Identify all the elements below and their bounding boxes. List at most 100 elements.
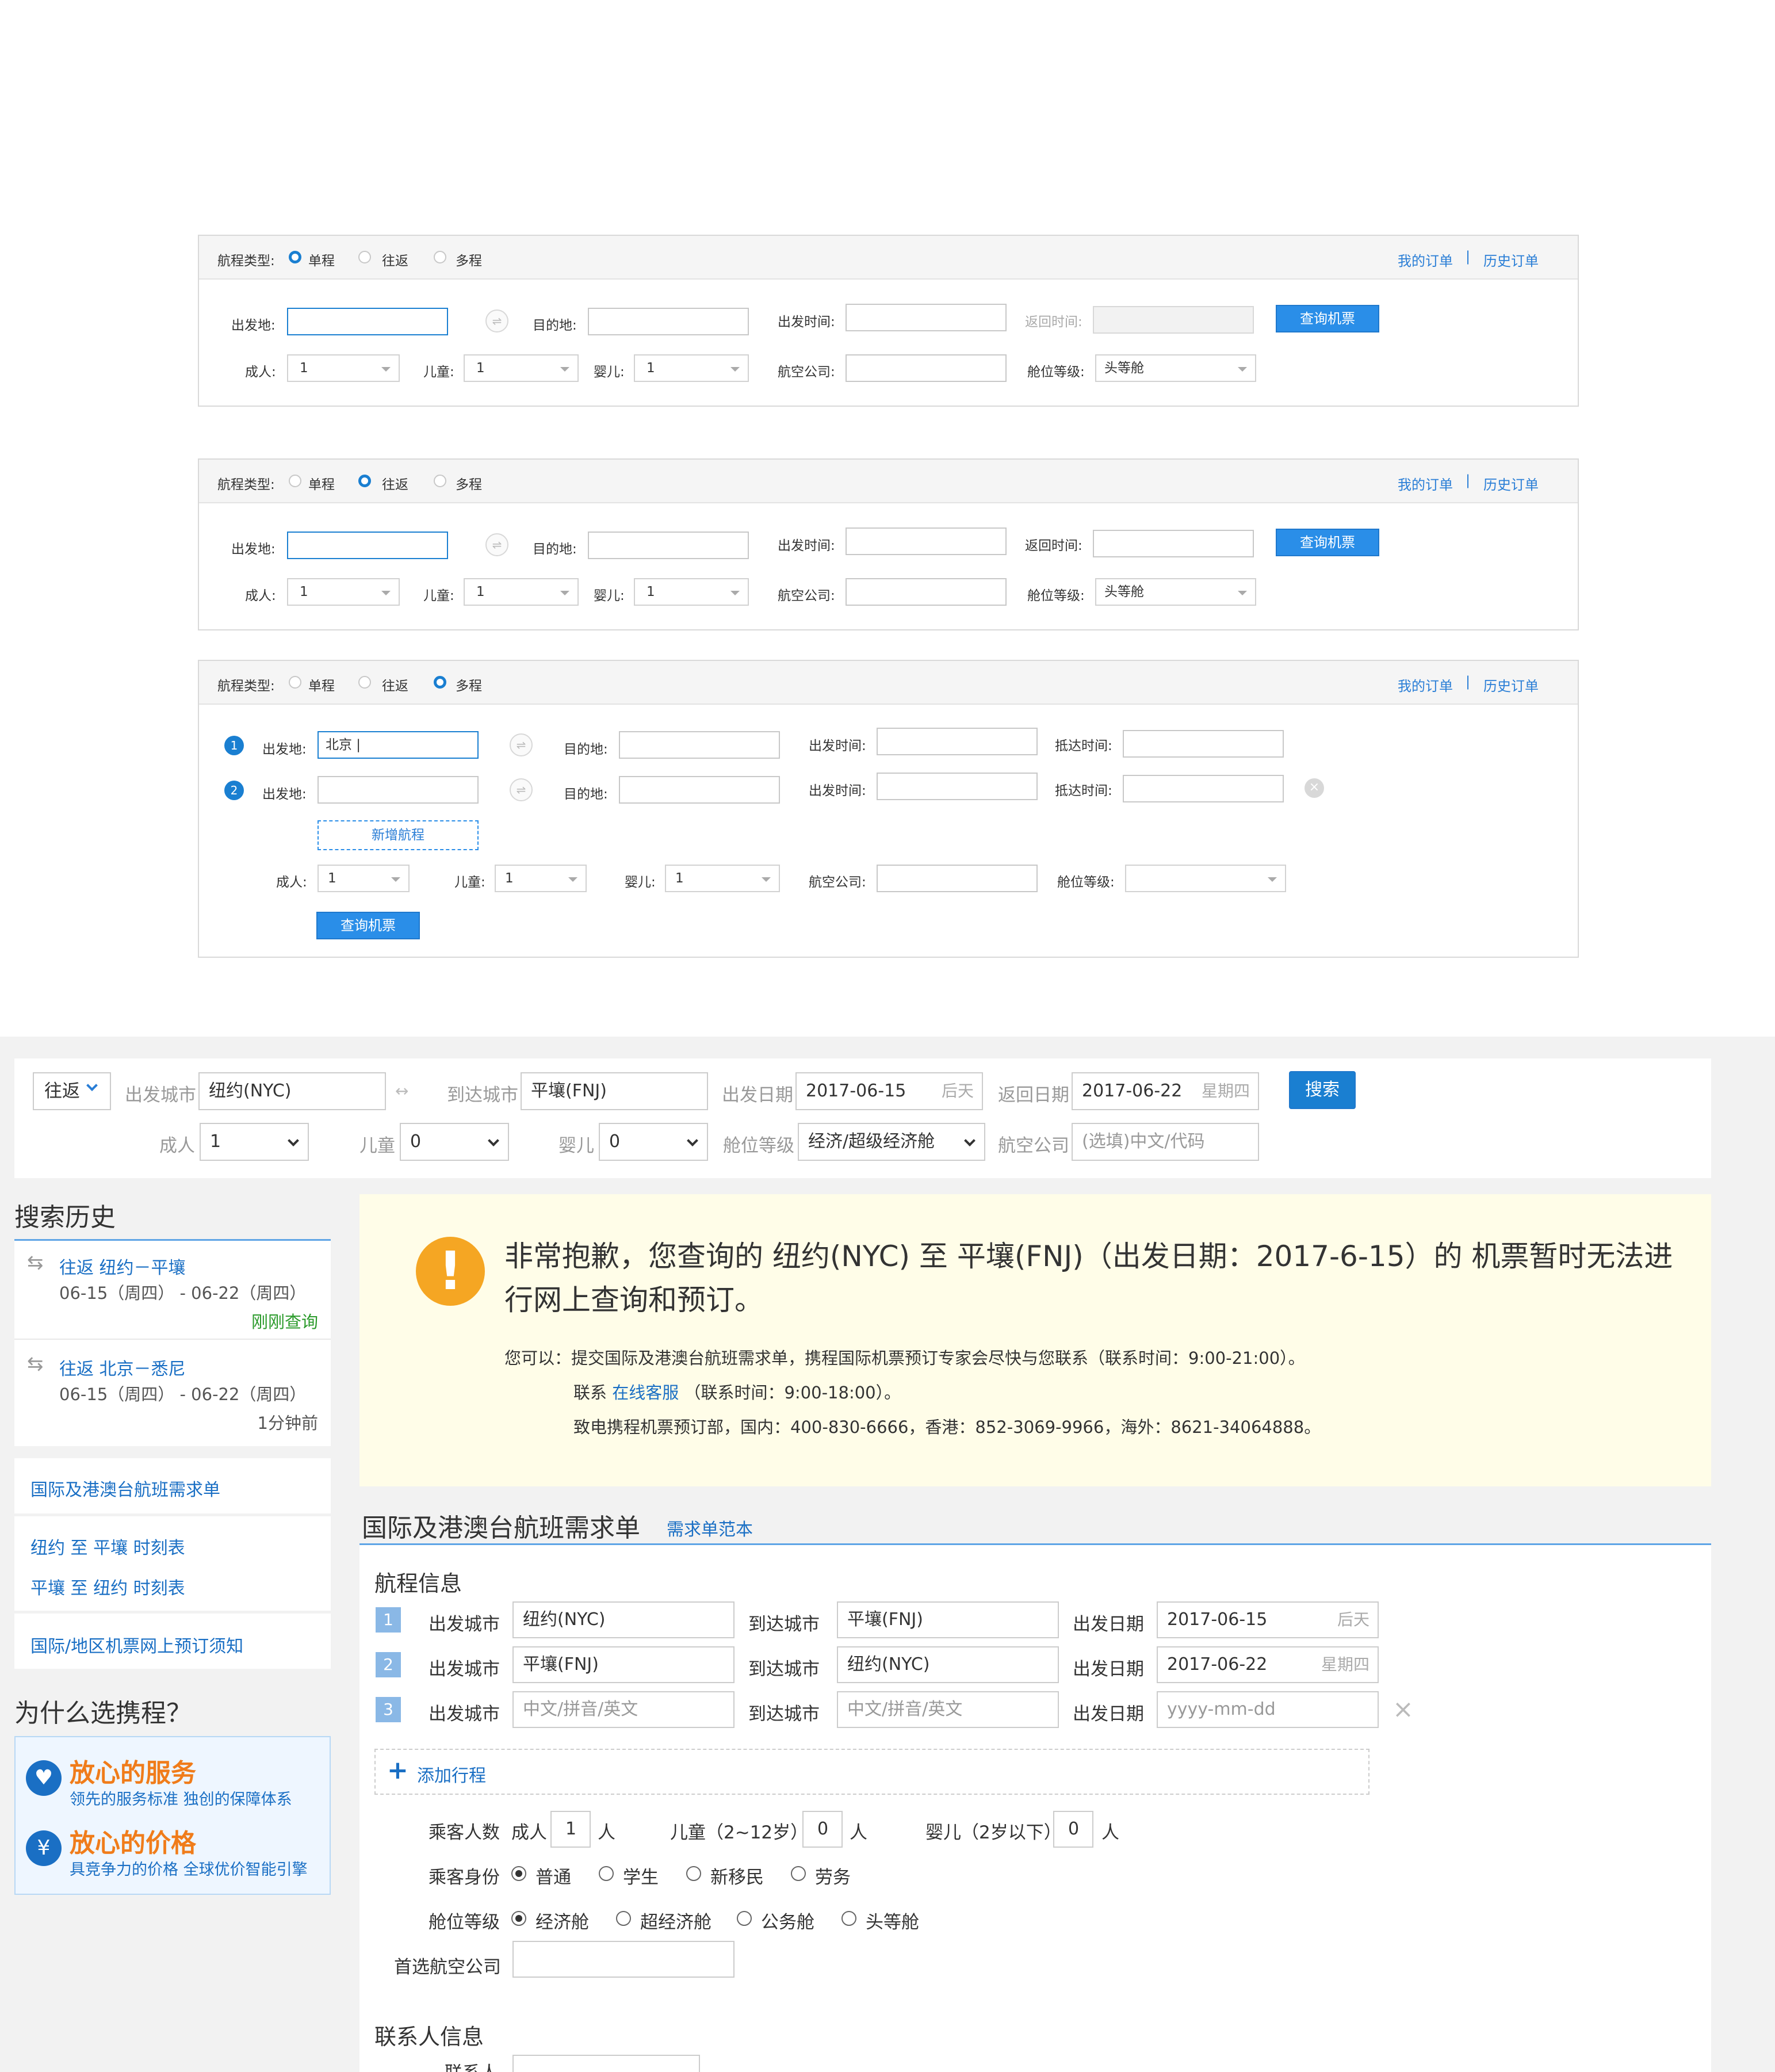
depart-input[interactable] xyxy=(846,304,1007,331)
contact-input[interactable] xyxy=(512,2055,700,2072)
radio-roundtrip[interactable] xyxy=(358,475,371,487)
leg-date-input[interactable]: 2017-06-15 后天 xyxy=(1157,1601,1379,1638)
search-button[interactable]: 查询机票 xyxy=(1276,305,1379,332)
to-input[interactable] xyxy=(588,532,749,559)
radio-roundtrip[interactable] xyxy=(358,251,371,263)
from-input[interactable] xyxy=(317,776,479,804)
sidebar-link-demand[interactable]: 国际及港澳台航班需求单 xyxy=(30,1475,220,1501)
history-route[interactable]: 往返 纽约－平壤 xyxy=(59,1253,186,1279)
swap-icon[interactable]: ⇌ xyxy=(510,778,533,801)
remove-leg-icon[interactable]: × xyxy=(1305,778,1324,798)
cabin-radio-business[interactable] xyxy=(737,1911,752,1926)
depart-input[interactable] xyxy=(877,773,1038,800)
my-orders-link[interactable]: 我的订单 xyxy=(1398,675,1453,695)
history-orders-link[interactable]: 历史订单 xyxy=(1483,473,1539,494)
identity-radio-labor[interactable] xyxy=(791,1866,806,1881)
leg-from-input[interactable]: 中文/拼音/英文 xyxy=(512,1691,735,1728)
from-input[interactable]: 北京 | xyxy=(317,731,479,759)
close-icon[interactable]: × xyxy=(1393,1695,1414,1724)
history-item[interactable]: ⇆ 往返 纽约－平壤 06-15（周四） - 06-22（周四） 刚刚查询 xyxy=(14,1241,331,1340)
airline-input[interactable] xyxy=(846,578,1007,606)
return-input[interactable] xyxy=(1093,530,1254,557)
search-button[interactable]: 查询机票 xyxy=(1276,529,1379,556)
history-orders-link[interactable]: 历史订单 xyxy=(1483,675,1539,695)
arrive-input[interactable] xyxy=(1123,730,1284,758)
to-input[interactable] xyxy=(619,776,780,804)
add-leg-button[interactable]: 新增航程 xyxy=(317,820,479,850)
airline-input[interactable] xyxy=(846,354,1007,382)
sidebar-link-timetable[interactable]: 纽约 至 平壤 时刻表 xyxy=(30,1534,185,1559)
my-orders-link[interactable]: 我的订单 xyxy=(1398,473,1453,494)
radio-roundtrip[interactable] xyxy=(358,676,371,689)
radio-oneway[interactable] xyxy=(289,475,301,487)
leg-from-input[interactable]: 纽约(NYC) xyxy=(512,1601,735,1638)
adult-select[interactable]: 1 xyxy=(317,865,410,892)
depart-input[interactable] xyxy=(877,728,1038,755)
trip-type-select[interactable]: 往返 xyxy=(33,1072,111,1110)
radio-multi[interactable] xyxy=(434,475,446,487)
infant-select[interactable]: 1 xyxy=(634,578,749,606)
to-input[interactable] xyxy=(588,308,749,335)
depart-input[interactable] xyxy=(846,527,1007,555)
radio-multi[interactable] xyxy=(434,251,446,263)
child-select[interactable]: 1 xyxy=(464,354,579,382)
leg-to-input[interactable]: 中文/拼音/英文 xyxy=(837,1691,1059,1728)
search-button[interactable]: 搜索 xyxy=(1289,1071,1356,1109)
identity-radio-regular[interactable] xyxy=(511,1866,526,1881)
history-route[interactable]: 往返 北京－悉尼 xyxy=(59,1355,186,1380)
leg-date-input[interactable]: 2017-06-22 星期四 xyxy=(1157,1646,1379,1683)
from-input[interactable] xyxy=(287,308,448,335)
adult-count-input[interactable]: 1 xyxy=(550,1811,591,1848)
leg-to-input[interactable]: 平壤(FNJ) xyxy=(837,1601,1059,1638)
infant-select[interactable]: 1 xyxy=(665,865,780,892)
sample-link[interactable]: 需求单范本 xyxy=(667,1515,753,1540)
preferred-airline-input[interactable] xyxy=(512,1941,735,1978)
history-orders-link[interactable]: 历史订单 xyxy=(1483,250,1539,270)
airline-input[interactable] xyxy=(877,865,1038,892)
adult-select[interactable]: 1 xyxy=(287,578,400,606)
to-input[interactable] xyxy=(619,731,780,759)
adult-select[interactable]: 1 xyxy=(287,354,400,382)
add-leg-button[interactable]: + 添加行程 xyxy=(374,1749,1369,1795)
airline-input[interactable]: (选填)中文/代码 xyxy=(1072,1123,1259,1161)
infant-select[interactable]: 0 xyxy=(599,1123,708,1161)
cabin-select[interactable] xyxy=(1125,865,1286,892)
leg-to-input[interactable]: 纽约(NYC) xyxy=(837,1646,1059,1683)
infant-count-input[interactable]: 0 xyxy=(1053,1811,1093,1848)
identity-radio-immigrant[interactable] xyxy=(686,1866,701,1881)
cabin-radio-first[interactable] xyxy=(841,1911,856,1926)
cabin-select[interactable]: 头等舱 xyxy=(1095,578,1256,606)
infant-select[interactable]: 1 xyxy=(634,354,749,382)
my-orders-link[interactable]: 我的订单 xyxy=(1398,250,1453,270)
online-service-link[interactable]: 在线客服 xyxy=(612,1383,679,1402)
radio-oneway[interactable] xyxy=(289,251,301,263)
child-select[interactable]: 1 xyxy=(464,578,579,606)
child-select[interactable]: 0 xyxy=(400,1123,509,1161)
leg-date-input[interactable]: yyyy-mm-dd xyxy=(1157,1691,1379,1728)
identity-radio-student[interactable] xyxy=(599,1866,614,1881)
swap-icon[interactable]: ⇌ xyxy=(510,733,533,756)
depart-date-input[interactable]: 2017-06-15 后天 xyxy=(795,1072,983,1110)
return-date-input[interactable]: 2017-06-22 星期四 xyxy=(1072,1072,1259,1110)
cabin-select[interactable]: 经济/超级经济舱 xyxy=(798,1123,985,1161)
sidebar-link-timetable[interactable]: 平壤 至 纽约 时刻表 xyxy=(30,1574,185,1599)
search-button[interactable]: 查询机票 xyxy=(316,912,420,939)
cabin-radio-premium[interactable] xyxy=(616,1911,631,1926)
history-item[interactable]: ⇆ 往返 北京－悉尼 06-15（周四） - 06-22（周四） 1分钟前 xyxy=(14,1342,331,1441)
swap-icon[interactable]: ⇌ xyxy=(485,309,508,332)
child-count-input[interactable]: 0 xyxy=(802,1811,843,1848)
swap-cities-icon[interactable]: ↔ xyxy=(395,1081,408,1100)
sidebar-link-notice[interactable]: 国际/地区机票网上预订须知 xyxy=(30,1632,243,1657)
from-city-input[interactable]: 纽约(NYC) xyxy=(198,1072,386,1110)
arrive-input[interactable] xyxy=(1123,775,1284,802)
swap-icon[interactable]: ⇌ xyxy=(485,533,508,556)
from-input[interactable] xyxy=(287,532,448,559)
cabin-select[interactable]: 头等舱 xyxy=(1095,354,1256,382)
radio-multi[interactable] xyxy=(434,676,446,689)
child-select[interactable]: 1 xyxy=(495,865,587,892)
adult-select[interactable]: 1 xyxy=(200,1123,309,1161)
radio-oneway[interactable] xyxy=(289,676,301,689)
cabin-radio-economy[interactable] xyxy=(511,1911,526,1926)
leg-from-input[interactable]: 平壤(FNJ) xyxy=(512,1646,735,1683)
to-city-input[interactable]: 平壤(FNJ) xyxy=(521,1072,708,1110)
